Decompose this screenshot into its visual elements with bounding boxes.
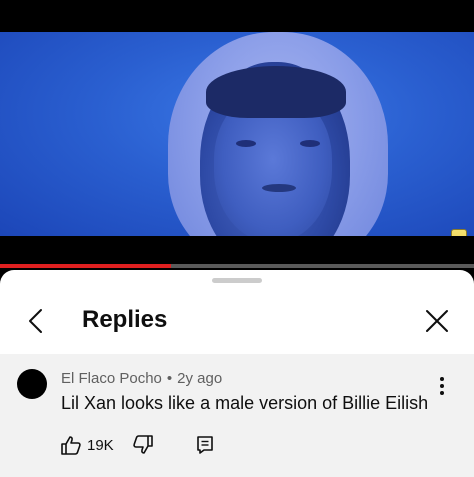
comment-item: El Flaco Pocho • 2y ago Lil Xan looks like…	[0, 354, 474, 477]
like-button[interactable]	[60, 434, 82, 456]
comment-actions: 19K	[60, 434, 460, 458]
dislike-button[interactable]	[132, 434, 154, 456]
avatar[interactable]	[17, 369, 47, 399]
back-arrow-icon	[29, 309, 42, 333]
replies-sheet: Replies El Flaco Pocho • 2y ago Lil Xan lo…	[0, 270, 474, 477]
comment-author[interactable]: El Flaco Pocho	[61, 370, 162, 387]
reply-button[interactable]	[194, 434, 216, 456]
thumbs-down-icon	[133, 435, 153, 454]
like-count: 19K	[87, 437, 114, 454]
thumbs-up-icon	[61, 436, 81, 455]
comment-age: 2y ago	[177, 370, 223, 387]
video-progress-fill	[0, 264, 171, 268]
lemonade-can-logo	[451, 229, 467, 236]
meta-separator: •	[166, 370, 173, 387]
back-button[interactable]	[20, 304, 54, 338]
comment-menu-button[interactable]	[432, 374, 452, 398]
more-vert-icon	[440, 377, 444, 395]
close-icon	[426, 310, 448, 332]
video-hair	[206, 66, 346, 118]
video-frame[interactable]	[0, 32, 474, 236]
video-eye-right	[300, 140, 320, 147]
comment-text: Lil Xan looks like a male version of Bil…	[61, 393, 429, 413]
comment-reply-icon	[197, 436, 213, 454]
close-button[interactable]	[420, 304, 454, 338]
video-eye-left	[236, 140, 256, 147]
video-progress-bar[interactable]	[0, 264, 474, 268]
video-mouth	[262, 184, 296, 192]
page-title: Replies	[82, 306, 168, 333]
video-player[interactable]	[0, 0, 474, 268]
comment-meta: El Flaco Pocho • 2y ago	[61, 370, 227, 387]
replies-header: Replies	[0, 290, 474, 354]
drag-handle[interactable]	[212, 278, 262, 283]
